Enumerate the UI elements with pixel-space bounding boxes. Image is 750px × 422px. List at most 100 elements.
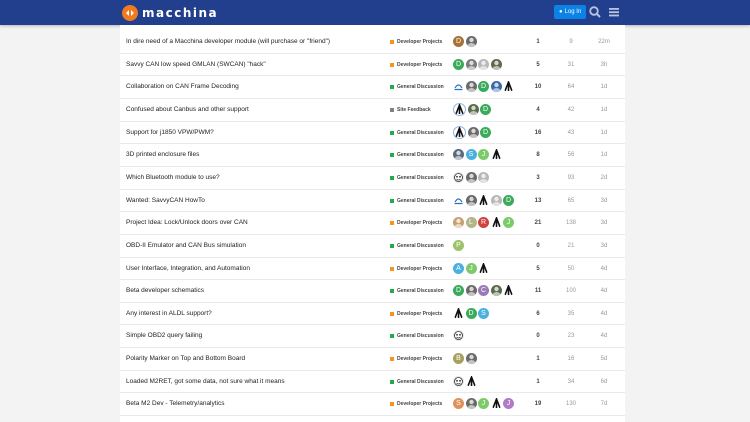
avatar[interactable]: D (465, 307, 477, 319)
avatar[interactable] (490, 398, 502, 410)
topic-title-link[interactable]: Support for j1850 VPW/PWM? (126, 129, 381, 136)
topic-row[interactable]: Project Idea: Lock/Unlock doors over CAN… (120, 212, 625, 235)
avatar[interactable] (453, 171, 464, 183)
avatar[interactable]: A (453, 262, 464, 274)
avatar[interactable] (465, 58, 477, 70)
topic-row[interactable]: Savvy CAN low speed GMLAN (SWCAN) "hack"… (120, 54, 625, 77)
avatar[interactable] (453, 125, 466, 139)
category-badge[interactable]: Site Feedback (390, 107, 431, 113)
avatar[interactable] (453, 194, 464, 206)
topic-title-link[interactable]: Beta developer schematics (126, 287, 381, 294)
avatar[interactable] (465, 81, 477, 93)
avatar[interactable]: D (453, 58, 464, 70)
site-logo[interactable]: macchina (122, 4, 218, 21)
topic-row[interactable]: Any interest in ALDL support? Developer P… (120, 303, 625, 326)
activity-time[interactable]: 22m (591, 39, 617, 45)
avatar[interactable] (490, 285, 502, 297)
avatar[interactable]: J (503, 398, 514, 410)
topic-row[interactable]: OBD-II Emulator and CAN Bus simulation Ge… (120, 235, 625, 258)
activity-time[interactable]: 3d (591, 243, 617, 249)
topic-row[interactable]: Loaded M2RET, got some data, not sure wh… (120, 371, 625, 394)
avatar[interactable]: D (453, 36, 464, 47)
activity-time[interactable]: 4d (591, 311, 617, 317)
category-badge[interactable]: Developer Projects (390, 266, 442, 272)
topic-row[interactable]: Polarity Marker on Top and Bottom Board D… (120, 348, 625, 371)
topic-title-link[interactable]: Simple OBD2 query failing (126, 332, 381, 339)
activity-time[interactable]: 4d (591, 266, 617, 272)
category-badge[interactable]: Developer Projects (390, 356, 442, 362)
avatar[interactable] (467, 103, 479, 115)
avatar[interactable] (453, 217, 464, 229)
activity-time[interactable]: 5d (591, 356, 617, 362)
category-badge[interactable]: General Discussion (390, 243, 444, 249)
avatar[interactable] (478, 194, 489, 206)
avatar[interactable] (465, 353, 477, 365)
avatar[interactable] (453, 81, 464, 93)
avatar[interactable] (490, 81, 502, 93)
avatar[interactable] (478, 171, 489, 183)
avatar[interactable]: D (480, 126, 491, 138)
topic-row[interactable]: User Interface, Integration, and Automat… (120, 258, 625, 281)
activity-time[interactable]: 3h (591, 62, 617, 68)
category-badge[interactable]: General Discussion (390, 130, 444, 136)
topic-title-link[interactable]: Confused about Canbus and other support (126, 106, 381, 113)
category-badge[interactable]: General Discussion (390, 152, 444, 158)
avatar[interactable]: J (478, 149, 489, 161)
avatar[interactable]: D (478, 81, 489, 93)
category-badge[interactable]: Developer Projects (390, 401, 442, 407)
avatar[interactable] (503, 81, 514, 93)
topic-row[interactable]: Confused about Canbus and other support S… (120, 99, 625, 122)
avatar[interactable] (453, 375, 464, 387)
activity-time[interactable]: 3d (591, 220, 617, 226)
search-icon[interactable] (588, 5, 602, 19)
avatar[interactable] (465, 398, 477, 410)
topic-row[interactable]: Support for j1850 VPW/PWM? General Discus… (120, 122, 625, 145)
topic-row[interactable]: 3D printed enclosure files General Discus… (120, 144, 625, 167)
category-badge[interactable]: General Discussion (390, 333, 444, 339)
topic-title-link[interactable]: Polarity Marker on Top and Bottom Board (126, 355, 381, 362)
activity-time[interactable]: 7d (591, 401, 617, 407)
topic-row[interactable]: In dire need of a Macchina developer mod… (120, 31, 625, 54)
activity-time[interactable]: 2d (591, 175, 617, 181)
avatar[interactable]: J (503, 217, 514, 229)
category-badge[interactable]: Developer Projects (390, 220, 442, 226)
topic-title-link[interactable]: OBD-II Emulator and CAN Bus simulation (126, 242, 381, 249)
avatar[interactable]: D (453, 285, 464, 297)
avatar[interactable] (453, 102, 466, 116)
avatar[interactable] (453, 330, 464, 342)
avatar[interactable]: S (465, 149, 477, 161)
category-badge[interactable]: General Discussion (390, 198, 444, 204)
activity-time[interactable]: 1d (591, 84, 617, 90)
activity-time[interactable]: 4d (591, 288, 617, 294)
activity-time[interactable]: 6d (591, 379, 617, 385)
topic-title-link[interactable]: Wanted: SavvyCAN HowTo (126, 197, 381, 204)
topic-title-link[interactable]: In dire need of a Macchina developer mod… (126, 38, 381, 45)
avatar[interactable] (465, 375, 477, 387)
avatar[interactable]: P (453, 239, 464, 251)
category-badge[interactable]: General Discussion (390, 175, 444, 181)
category-badge[interactable]: General Discussion (390, 84, 444, 90)
avatar[interactable] (465, 36, 477, 47)
category-badge[interactable]: General Discussion (390, 379, 444, 385)
topic-row[interactable]: Collaboration on CAN Frame Decoding Gener… (120, 76, 625, 99)
avatar[interactable] (490, 217, 502, 229)
avatar[interactable] (453, 307, 464, 319)
topic-row[interactable]: Beta M2 Dev - Telemetry/analytics Develop… (120, 393, 625, 417)
avatar[interactable]: L (465, 217, 477, 229)
avatar[interactable] (490, 58, 502, 70)
avatar[interactable]: J (478, 398, 489, 410)
login-button[interactable]: ● Log In (554, 5, 587, 19)
category-badge[interactable]: Developer Projects (390, 39, 442, 45)
topic-title-link[interactable]: 3D printed enclosure files (126, 151, 381, 158)
activity-time[interactable]: 3d (591, 198, 617, 204)
avatar[interactable] (478, 58, 489, 70)
topic-title-link[interactable]: User Interface, Integration, and Automat… (126, 265, 381, 272)
avatar[interactable] (503, 285, 514, 297)
avatar[interactable] (478, 262, 489, 274)
avatar[interactable] (490, 194, 502, 206)
topic-title-link[interactable]: Any interest in ALDL support? (126, 310, 381, 317)
activity-time[interactable]: 1d (591, 130, 617, 136)
category-badge[interactable]: Developer Projects (390, 62, 442, 68)
topic-row[interactable]: Beta developer schematics General Discuss… (120, 280, 625, 303)
avatar[interactable]: J (465, 262, 477, 274)
